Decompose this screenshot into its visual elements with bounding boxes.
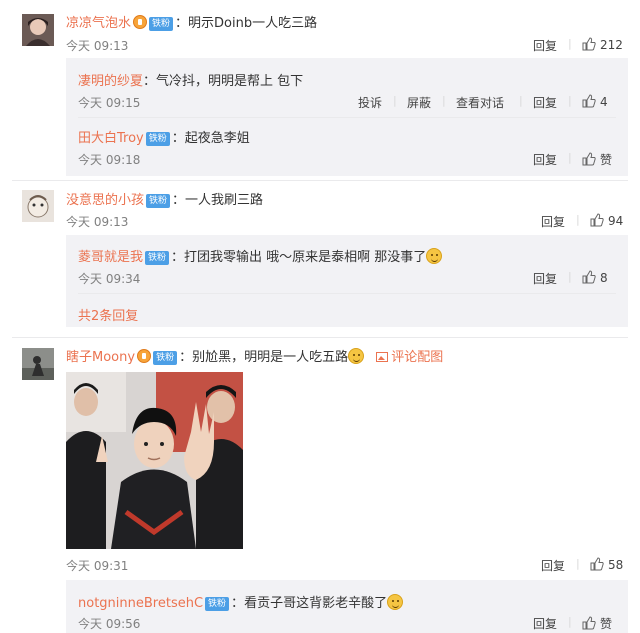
divider: | (576, 557, 580, 570)
reply-line: notgninneBretsehC 铁粉 ：看贡子哥这背影老辛酸了 (78, 592, 404, 611)
thumbs-up-icon (590, 213, 604, 227)
reply-line: 田大白Troy 铁粉 ：起夜急李姐 (78, 131, 250, 146)
reply-text: 看贡子哥这背影老辛酸了 (244, 596, 388, 611)
fan-badge: 铁粉 (153, 351, 178, 365)
username[interactable]: 田大白Troy (78, 131, 144, 146)
timestamp: 今天 09:34 (78, 272, 141, 286)
reply-button[interactable]: 回复 (533, 94, 557, 111)
username[interactable]: 凉凉气泡水 (66, 16, 131, 31)
divider: | (568, 37, 572, 50)
reply-text: 气冷抖，明明是帮上 包下 (156, 74, 304, 89)
divider: | (576, 213, 580, 226)
divider (78, 117, 616, 118)
like-count: 94 (608, 214, 624, 228)
like-button[interactable]: 4 (582, 94, 608, 109)
timestamp: 今天 09:18 (78, 153, 141, 167)
username[interactable]: notgninneBretsehC (78, 596, 203, 611)
divider: | (568, 151, 572, 164)
avatar[interactable] (22, 190, 54, 222)
reply-button[interactable]: 回复 (541, 557, 565, 574)
view-conversation-button[interactable]: 查看对话 (456, 94, 504, 111)
fan-badge: 铁粉 (145, 251, 170, 265)
comment-text: 别尬黑，明明是一人吃五路 (192, 350, 349, 365)
reply-button[interactable]: 回复 (533, 270, 557, 287)
block-button[interactable]: 屏蔽 (407, 94, 431, 111)
timestamp: 今天 09:56 (78, 617, 141, 631)
timestamp: 今天 09:15 (78, 96, 141, 110)
like-button[interactable]: 赞 (582, 615, 612, 632)
reply-text: 打团我零输出 哦～原来是泰相啊 那没事了 (184, 250, 427, 265)
comment-line: 没意思的小孩 铁粉 ：一人我刷三路 (66, 193, 264, 208)
like-button[interactable]: 8 (582, 270, 608, 285)
report-button[interactable]: 投诉 (358, 94, 382, 111)
divider: | (568, 270, 572, 283)
like-button[interactable]: 58 (590, 557, 623, 572)
like-label: 赞 (600, 153, 613, 167)
image-icon (376, 352, 389, 362)
avatar[interactable] (22, 348, 54, 380)
username[interactable]: 瞎子Moony (66, 350, 135, 365)
avatar[interactable] (22, 14, 54, 46)
comment-image[interactable] (66, 372, 243, 549)
like-count: 8 (600, 271, 608, 285)
timestamp: 今天 09:13 (66, 215, 129, 229)
like-button[interactable]: 赞 (582, 151, 612, 168)
timestamp: 今天 09:13 (66, 39, 129, 53)
reply-line: 凄明的纱夏：气冷抖，明明是帮上 包下 (78, 74, 304, 89)
like-count: 212 (600, 38, 623, 52)
like-count: 58 (608, 558, 624, 572)
thumbs-up-icon (582, 152, 596, 166)
divider: | (568, 615, 572, 628)
reply-button[interactable]: 回复 (533, 151, 557, 168)
fan-badge: 铁粉 (149, 17, 174, 31)
timestamp: 今天 09:31 (66, 559, 129, 573)
like-label: 赞 (600, 617, 613, 631)
thumbs-up-icon (582, 616, 596, 630)
username[interactable]: 凄明的纱夏 (78, 74, 143, 89)
like-count: 4 (600, 95, 608, 109)
comment-line: 凉凉气泡水 铁粉 ：明示Doinb一人吃三路 (66, 15, 318, 31)
smile-emoji-icon (426, 248, 443, 264)
medal-icon (133, 15, 148, 29)
fan-badge: 铁粉 (146, 194, 171, 208)
smile-emoji-icon (387, 594, 404, 610)
thumbs-up-icon (582, 270, 596, 284)
reply-line: 菱哥就是我 铁粉 ：打团我零输出 哦～原来是泰相啊 那没事了 (78, 246, 443, 265)
reply-button[interactable]: 回复 (541, 213, 565, 230)
divider: | (393, 94, 397, 107)
divider: | (442, 94, 446, 107)
divider: | (568, 94, 572, 107)
fan-badge: 铁粉 (205, 597, 230, 611)
username[interactable]: 菱哥就是我 (78, 250, 143, 265)
like-button[interactable]: 212 (582, 37, 623, 52)
username[interactable]: 没意思的小孩 (66, 193, 144, 208)
medal-icon (137, 349, 152, 363)
thumbs-up-icon (582, 37, 596, 51)
fan-badge: 铁粉 (145, 132, 170, 146)
like-button[interactable]: 94 (590, 213, 623, 228)
reply-button[interactable]: 回复 (533, 37, 557, 54)
divider (12, 180, 628, 181)
reply-text: 起夜急李姐 (184, 131, 250, 146)
smile-emoji-icon (348, 348, 365, 364)
divider: | (519, 94, 523, 107)
comment-line: 瞎子Moony 铁粉 ：别尬黑，明明是一人吃五路 评论配图 (66, 348, 444, 365)
thumbs-up-icon (590, 557, 604, 571)
divider (78, 293, 616, 294)
thumbs-up-icon (582, 94, 596, 108)
reply-button[interactable]: 回复 (533, 615, 557, 632)
more-replies-link[interactable]: 共2条回复 (78, 305, 138, 324)
comment-image-link[interactable]: 评论配图 (376, 350, 443, 365)
comment-text: 明示Doinb一人吃三路 (188, 16, 318, 31)
divider (12, 337, 628, 338)
comment-text: 一人我刷三路 (185, 193, 264, 208)
